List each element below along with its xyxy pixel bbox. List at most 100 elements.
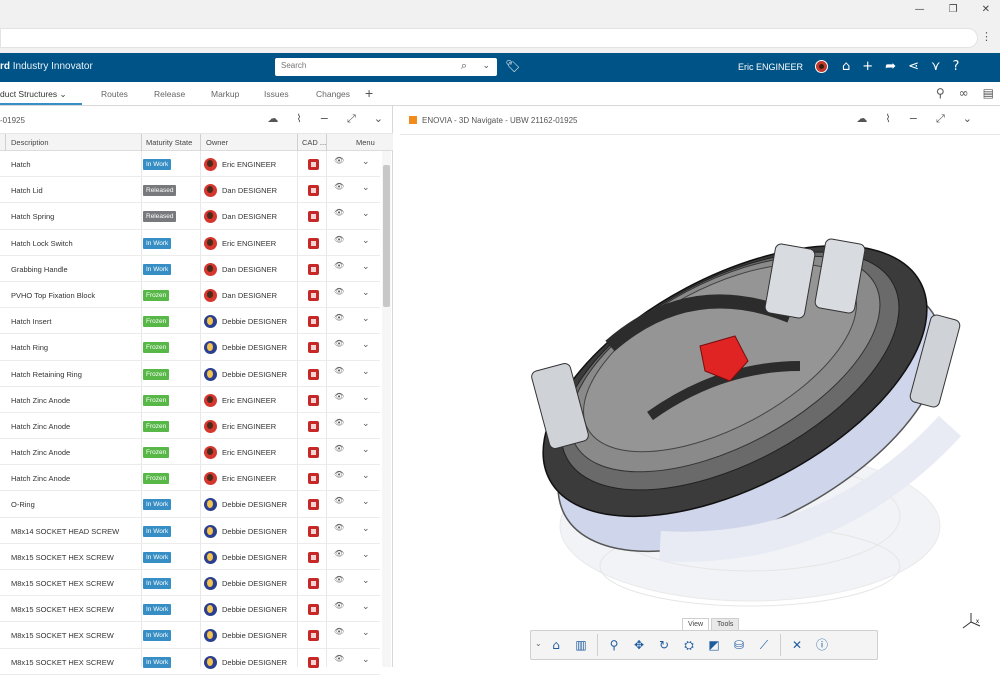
- cad-icon[interactable]: [308, 342, 319, 354]
- eye-icon[interactable]: 👁: [334, 523, 344, 532]
- search-icon[interactable]: ⌕: [461, 59, 467, 73]
- expand-icon[interactable]: ⤢: [347, 112, 356, 126]
- tab-routes[interactable]: Routes: [101, 89, 128, 99]
- col-description[interactable]: Description: [11, 138, 49, 147]
- cloud-icon[interactable]: ☁: [267, 112, 278, 126]
- fit-icon[interactable]: ⛭: [680, 636, 698, 654]
- cad-icon[interactable]: [308, 447, 319, 459]
- search-box[interactable]: ⌕ ⌄: [275, 58, 497, 76]
- cad-icon[interactable]: [308, 237, 319, 249]
- add-icon[interactable]: +: [862, 59, 873, 74]
- row-menu-chevron-icon[interactable]: ⌄: [362, 576, 370, 586]
- eye-icon[interactable]: 👁: [334, 339, 344, 348]
- user-avatar[interactable]: [815, 60, 828, 73]
- tab-product-structures[interactable]: duct Structures ⌄: [0, 89, 67, 100]
- row-menu-chevron-icon[interactable]: ⌄: [362, 236, 370, 246]
- cad-icon[interactable]: [308, 263, 319, 275]
- eye-icon[interactable]: 👁: [334, 496, 344, 505]
- cad-icon[interactable]: [308, 211, 319, 223]
- info-icon[interactable]: ⓘ: [813, 636, 831, 654]
- eye-icon[interactable]: 👁: [334, 654, 344, 663]
- row-menu-chevron-icon[interactable]: ⌄: [362, 602, 370, 612]
- maturity-state-badge[interactable]: In Work: [143, 159, 172, 170]
- row-menu-chevron-icon[interactable]: ⌄: [362, 340, 370, 350]
- address-bar[interactable]: [0, 28, 978, 48]
- search-dropdown-chevron-icon[interactable]: ⌄: [482, 61, 490, 71]
- maturity-state-badge[interactable]: Frozen: [143, 447, 170, 459]
- eye-icon[interactable]: 👁: [334, 313, 344, 322]
- scrollbar[interactable]: [382, 151, 391, 667]
- toolbar-chevron-icon[interactable]: ⌄: [535, 639, 542, 648]
- search-person-icon[interactable]: ⚲: [936, 86, 945, 100]
- eye-icon[interactable]: 👁: [334, 261, 344, 270]
- eye-icon[interactable]: 👁: [334, 444, 344, 453]
- col-maturity-state[interactable]: Maturity State: [146, 138, 192, 147]
- row-menu-chevron-icon[interactable]: ⌄: [362, 183, 370, 193]
- maturity-state-badge[interactable]: Frozen: [143, 420, 170, 432]
- table-row[interactable]: Hatch Zinc Anode Frozen Eric ENGINEER 👁 ⌄: [0, 387, 380, 413]
- maturity-state-badge[interactable]: In Work: [143, 578, 172, 589]
- cad-icon[interactable]: [308, 525, 319, 537]
- home-icon[interactable]: ⌂: [547, 636, 565, 654]
- table-row[interactable]: Hatch In Work Eric ENGINEER 👁 ⌄: [0, 151, 380, 178]
- eye-icon[interactable]: 👁: [334, 627, 344, 636]
- row-menu-chevron-icon[interactable]: ⌄: [362, 550, 370, 560]
- maturity-state-badge[interactable]: In Work: [143, 551, 172, 563]
- cad-icon[interactable]: [308, 420, 319, 432]
- row-menu-chevron-icon[interactable]: ⌄: [362, 655, 370, 665]
- cad-icon[interactable]: [308, 289, 319, 301]
- cad-icon[interactable]: [308, 159, 319, 170]
- col-cad[interactable]: CAD ...: [302, 138, 326, 147]
- hatch-3d-model[interactable]: [500, 166, 980, 616]
- tab-changes[interactable]: Changes: [316, 89, 350, 99]
- cad-icon[interactable]: [308, 630, 319, 642]
- tab-markup[interactable]: Markup: [211, 89, 239, 99]
- zoom-icon[interactable]: ⚲: [605, 636, 623, 654]
- row-menu-chevron-icon[interactable]: ⌄: [362, 262, 370, 272]
- cad-icon[interactable]: [308, 316, 319, 328]
- attach-icon[interactable]: ⌇: [885, 112, 890, 126]
- compass-icon[interactable]: ⋎: [931, 59, 941, 74]
- table-row[interactable]: M8x15 SOCKET HEX SCREW In Work Debbie DESI…: [0, 622, 380, 649]
- row-menu-chevron-icon[interactable]: ⌄: [362, 288, 370, 298]
- table-row[interactable]: Hatch Lid Released Dan DESIGNER 👁 ⌄: [0, 177, 380, 204]
- table-row[interactable]: PVHO Top Fixation Block Frozen Dan DESIGNE…: [0, 282, 380, 309]
- share-icon[interactable]: ⋖: [908, 59, 919, 74]
- cad-icon[interactable]: [308, 551, 319, 563]
- cad-icon[interactable]: [308, 368, 319, 380]
- help-icon[interactable]: ?: [953, 59, 960, 74]
- add-tab-button[interactable]: +: [365, 85, 373, 101]
- tag-outline-icon[interactable]: ⌂: [842, 59, 850, 74]
- minimize-panel-icon[interactable]: −: [909, 112, 918, 126]
- close-window-icon[interactable]: ✕: [982, 4, 990, 15]
- close-icon[interactable]: ✕: [788, 636, 806, 654]
- minimize-panel-icon[interactable]: −: [320, 112, 329, 126]
- table-row[interactable]: M8x15 SOCKET HEX SCREW In Work Debbie DESI…: [0, 570, 380, 597]
- table-row[interactable]: Hatch Zinc Anode Frozen Eric ENGINEER 👁 ⌄: [0, 413, 380, 440]
- cad-icon[interactable]: [308, 604, 319, 616]
- maturity-state-badge[interactable]: In Work: [143, 525, 172, 537]
- maturity-state-badge[interactable]: Frozen: [143, 473, 170, 485]
- maturity-state-badge[interactable]: In Work: [143, 630, 172, 642]
- maturity-state-badge[interactable]: Released: [143, 185, 177, 197]
- maturity-state-badge[interactable]: Frozen: [143, 394, 170, 406]
- comment-icon[interactable]: ▤: [983, 86, 994, 100]
- panel-menu-chevron-icon[interactable]: ⌄: [374, 112, 383, 126]
- row-menu-chevron-icon[interactable]: ⌄: [362, 393, 370, 403]
- table-row[interactable]: Hatch Lock Switch In Work Eric ENGINEER 👁 ⌄: [0, 230, 380, 256]
- cylinder-icon[interactable]: ⛁: [730, 636, 748, 654]
- table-row[interactable]: M8x14 SOCKET HEAD SCREW In Work Debbie DES…: [0, 518, 380, 544]
- table-row[interactable]: M8x15 SOCKET HEX SCREW In Work Debbie DESI…: [0, 596, 380, 623]
- row-menu-chevron-icon[interactable]: ⌄: [362, 367, 370, 377]
- eye-icon[interactable]: 👁: [334, 235, 344, 244]
- tab-release[interactable]: Release: [154, 89, 185, 99]
- row-menu-chevron-icon[interactable]: ⌄: [362, 445, 370, 455]
- table-row[interactable]: Hatch Insert Frozen Debbie DESIGNER 👁 ⌄: [0, 308, 380, 335]
- layout-icon[interactable]: ▥: [572, 636, 590, 654]
- maturity-state-badge[interactable]: In Work: [143, 656, 172, 668]
- maturity-state-badge[interactable]: In Work: [143, 604, 172, 616]
- eye-icon[interactable]: 👁: [334, 366, 344, 375]
- eye-icon[interactable]: 👁: [334, 549, 344, 558]
- tag-icon[interactable]: 🏷: [505, 59, 520, 73]
- row-menu-chevron-icon[interactable]: ⌄: [362, 314, 370, 324]
